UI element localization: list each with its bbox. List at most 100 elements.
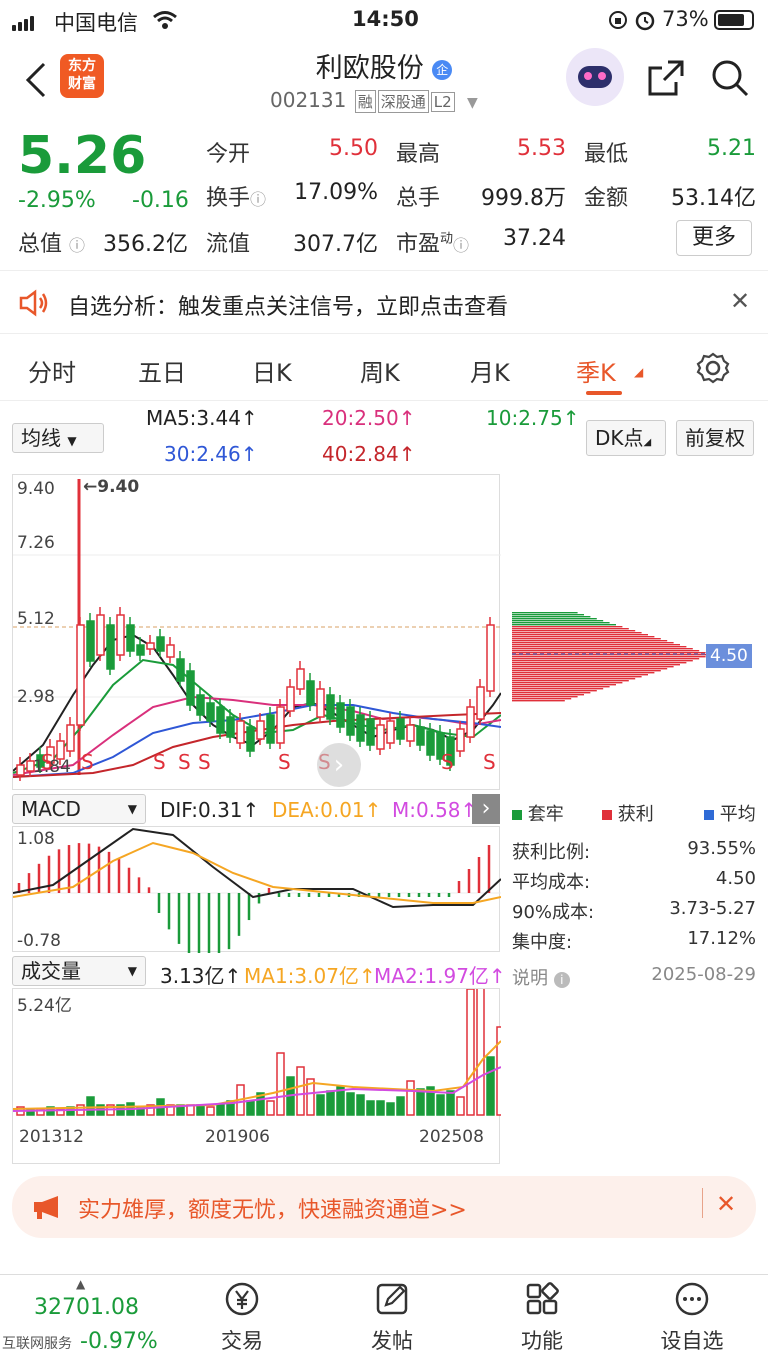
tab-weekly[interactable]: 周K (360, 353, 400, 388)
concentration-value: 17.12% (687, 928, 756, 949)
candle (146, 642, 155, 650)
tab-monthly[interactable]: 月K (470, 353, 510, 388)
chip-bar (512, 696, 578, 698)
tab-intraday[interactable]: 分时 (28, 353, 76, 388)
chip-bar (512, 626, 623, 628)
ad-text: 实力雄厚，额度无忧，快速融资通道>> (78, 1198, 467, 1223)
tab-quarterly[interactable]: 季K (576, 353, 616, 388)
low-value: 5.21 (707, 136, 756, 161)
volume-bar (376, 1100, 385, 1116)
financing-ad-banner[interactable]: 实力雄厚，额度无忧，快速融资通道>> ✕ (12, 1176, 756, 1238)
candle (166, 644, 175, 658)
volume-bar (216, 1104, 225, 1116)
concentration-label: 集中度: (512, 932, 573, 953)
chip-bar (512, 684, 616, 686)
chip-bar (512, 620, 604, 622)
volume-label: 总手 (396, 186, 441, 211)
candle (186, 670, 195, 706)
vol-y-top: 5.24亿 (17, 996, 72, 1016)
ma20-label: 20:2.50↑ (322, 406, 416, 430)
nav-functions[interactable]: 功能 (492, 1281, 592, 1355)
chip-bar (512, 678, 636, 680)
candle (476, 686, 485, 720)
tab-5day[interactable]: 五日 (138, 353, 186, 388)
index-value[interactable]: 32701.08 (34, 1295, 139, 1320)
macd-chart[interactable]: 1.08 -0.78 (12, 826, 501, 953)
cost90-label: 90%成本: (512, 902, 595, 923)
candle (156, 636, 165, 652)
candle (136, 644, 145, 656)
nav-post[interactable]: 发帖 (342, 1281, 442, 1355)
profit-ratio-value: 93.55% (687, 838, 756, 859)
kline-chart[interactable]: SSSSSSSSS 9.40 ←9.40 7.26 5.12 2.98 1.84… (12, 474, 501, 790)
volume-bar (276, 1052, 285, 1116)
chip-bar (512, 688, 604, 690)
chip-bar (512, 662, 687, 664)
volume-bar (266, 1100, 275, 1116)
share-icon[interactable] (646, 58, 686, 98)
vol-ma2-label: MA2:1.97亿↑ (374, 964, 506, 988)
close-icon[interactable]: ✕ (730, 287, 750, 315)
assistant-avatar[interactable] (566, 48, 624, 106)
volume-chart[interactable]: 5.24亿 201312 201906 202508 (12, 988, 501, 1164)
candle (396, 718, 405, 740)
gear-icon[interactable] (696, 351, 730, 385)
pe-value: 37.24 (503, 226, 566, 251)
chip-bar (512, 672, 655, 674)
volume-bar (386, 1102, 395, 1116)
analysis-alert[interactable]: 自选分析：触发重点关注信号，立即点击查看 ✕ (0, 270, 768, 334)
macd-y-bottom: -0.78 (17, 931, 61, 951)
chip-bar (512, 694, 584, 696)
y-label-4: 2.98 (17, 687, 55, 707)
nav-trade[interactable]: 交易 (192, 1281, 292, 1355)
chip-bar (512, 632, 642, 634)
chevron-down-icon[interactable]: ▼ (467, 95, 478, 111)
chevron-right-icon[interactable]: › (317, 743, 361, 787)
ma-dropdown[interactable]: 均线 ▼ (12, 423, 104, 453)
expand-arrow-icon[interactable]: › (472, 794, 500, 824)
candle (256, 720, 265, 740)
note-link[interactable]: 说明 i (512, 964, 570, 990)
adjust-button[interactable]: 前复权 (676, 420, 754, 456)
chip-distribution: 4.50 (500, 474, 768, 790)
macd-y-top: 1.08 (17, 829, 55, 849)
candle (96, 614, 105, 656)
macd-dropdown[interactable]: MACD ▼ (12, 794, 146, 824)
info-icon: ⓘ (453, 236, 470, 255)
signal-marker: S (178, 750, 191, 774)
legend-average: 平均 (704, 800, 756, 826)
chip-bar (512, 642, 674, 644)
chip-bar (512, 638, 661, 640)
more-button[interactable]: 更多 (676, 220, 752, 256)
signal-marker: S (483, 750, 496, 774)
vol-ma1-label: MA1:3.07亿↑ (244, 964, 376, 988)
dk-point-button[interactable]: DK点◢ (586, 420, 666, 456)
alarm-icon (635, 11, 655, 31)
profit-ratio-label: 获利比例: (512, 842, 591, 863)
ma40-label: 40:2.84↑ (322, 442, 416, 466)
candle (426, 730, 435, 756)
yuan-circle-icon (225, 1282, 259, 1316)
tag-level2: L2 (430, 92, 455, 112)
volume-bar (456, 1096, 465, 1116)
volume-dropdown[interactable]: 成交量 ▼ (12, 956, 146, 986)
avg-cost-value: 4.50 (715, 868, 756, 889)
stock-header: 东方 财富 利欧股份 企 002131 融深股通 L2 ▼ (0, 40, 768, 120)
dea-label: DEA:0.01↑ (272, 798, 382, 822)
chip-bar (512, 656, 706, 658)
megaphone-icon (34, 1196, 58, 1219)
candle (326, 694, 335, 720)
close-icon[interactable]: ✕ (716, 1190, 736, 1218)
chip-bar (512, 690, 597, 692)
nav-add-watchlist[interactable]: 设自选 (642, 1281, 742, 1355)
candle (246, 726, 255, 752)
search-icon[interactable] (710, 58, 750, 98)
candle (306, 680, 315, 706)
tab-daily[interactable]: 日K (252, 353, 292, 388)
chip-bar (512, 622, 610, 624)
signal-icon (12, 12, 36, 36)
stock-code: 002131 (270, 88, 347, 112)
chip-bar (512, 700, 565, 702)
candle (356, 714, 365, 742)
signal-marker: S (81, 750, 94, 774)
